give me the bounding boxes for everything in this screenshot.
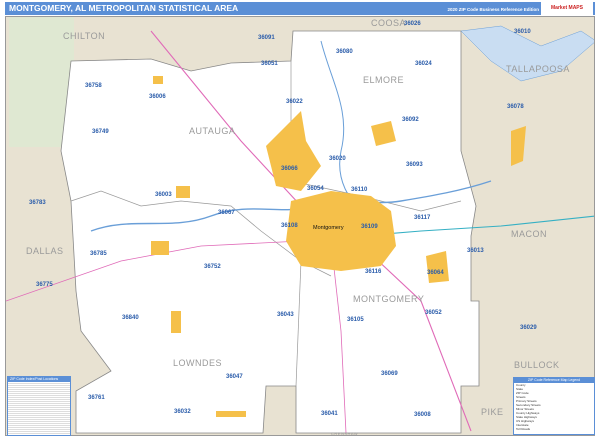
legend-item: Toll Roads [516, 427, 531, 431]
zip-label[interactable]: 36008 [414, 412, 431, 418]
zip-label[interactable]: 36029 [520, 325, 537, 331]
urban-area [151, 241, 169, 255]
zip-label[interactable]: 36752 [204, 264, 221, 270]
zip-label[interactable]: 36064 [427, 270, 444, 276]
zip-label[interactable]: 36785 [90, 251, 107, 257]
zip-label[interactable]: 36758 [85, 83, 102, 89]
zip-label[interactable]: 36093 [406, 162, 423, 168]
zip-label[interactable]: 36003 [155, 192, 172, 198]
county-label[interactable]: TALLAPOOSA [506, 64, 570, 74]
zip-label[interactable]: 36761 [88, 395, 105, 401]
zip-label[interactable]: 36749 [92, 129, 109, 135]
zip-label[interactable]: 36047 [226, 374, 243, 380]
county-label[interactable]: MACON [511, 229, 547, 239]
map-sheet: MONTGOMERY, AL METROPOLITAN STATISTICAL … [0, 0, 600, 439]
county-label[interactable]: CRENSHAW [331, 431, 358, 436]
county-label[interactable]: COOSA [371, 18, 406, 28]
county-label[interactable]: PIKE [481, 407, 504, 417]
zip-label[interactable]: 36024 [415, 61, 432, 67]
urban-area [153, 76, 163, 84]
zip-label[interactable]: 36108 [281, 223, 298, 229]
county-label[interactable]: ELMORE [363, 75, 404, 85]
zip-label[interactable]: 36032 [174, 409, 191, 415]
msa-area [60, 30, 480, 434]
zip-label[interactable]: 36840 [122, 315, 139, 321]
zip-label[interactable]: 36775 [36, 282, 53, 288]
zip-label[interactable]: 36022 [286, 99, 303, 105]
county-label[interactable]: DALLAS [26, 246, 64, 256]
zip-label[interactable]: 36052 [425, 310, 442, 316]
urban-pike-road [426, 251, 449, 283]
county-label[interactable]: BULLOCK [514, 360, 560, 370]
zip-label[interactable]: 36010 [514, 29, 531, 35]
zip-index-rows [8, 382, 70, 434]
zip-label[interactable]: 36013 [467, 248, 484, 254]
zip-label[interactable]: 36091 [258, 35, 275, 41]
map-canvas[interactable]: CHILTON COOSA ELMORE TALLAPOOSA AUTAUGA DALLA… [5, 16, 595, 436]
zip-label[interactable]: 36020 [329, 156, 346, 162]
zip-label[interactable]: 36041 [321, 411, 338, 417]
zip-label[interactable]: 36043 [277, 312, 294, 318]
zip-label[interactable]: 36109 [361, 224, 378, 230]
urban-montgomery [286, 191, 396, 271]
urban-area [171, 311, 181, 333]
zip-label[interactable]: 36110 [351, 187, 368, 193]
zip-label[interactable]: 36117 [414, 215, 431, 221]
city-label-montgomery[interactable]: Montgomery [313, 225, 344, 231]
zip-label[interactable]: 36051 [261, 61, 278, 67]
urban-area [216, 411, 246, 417]
title-bar: MONTGOMERY, AL METROPOLITAN STATISTICAL … [5, 2, 595, 15]
zip-label[interactable]: 36080 [336, 49, 353, 55]
edition-label: 2020 ZIP Code Business Reference Edition [447, 7, 539, 12]
publisher-logo: Market MAPS [541, 2, 593, 15]
county-label[interactable]: MONTGOMERY [353, 294, 424, 304]
zip-label[interactable]: 36105 [347, 317, 364, 323]
zip-label[interactable]: 36783 [29, 200, 46, 206]
county-label[interactable]: AUTAUGA [189, 126, 235, 136]
zip-label[interactable]: 36026 [404, 21, 421, 27]
county-label[interactable]: CHILTON [63, 31, 105, 41]
zip-label[interactable]: 36116 [365, 269, 382, 275]
zip-label[interactable]: 36066 [281, 166, 298, 172]
county-label[interactable]: LOWNDES [173, 358, 222, 368]
zip-label[interactable]: 36078 [507, 104, 524, 110]
urban-area [176, 186, 190, 198]
zip-label[interactable]: 36092 [402, 117, 419, 123]
zip-label[interactable]: 36054 [307, 186, 324, 192]
zip-label[interactable]: 36006 [149, 94, 166, 100]
zip-label[interactable]: 36067 [218, 210, 235, 216]
map-title: MONTGOMERY, AL METROPOLITAN STATISTICAL … [9, 3, 239, 13]
map-legend: ZIP Code Reference Map Legend County Stat… [513, 377, 595, 435]
zip-label[interactable]: 36069 [381, 371, 398, 377]
zip-index-table: ZIP Code Index/Post Locations [7, 376, 71, 436]
